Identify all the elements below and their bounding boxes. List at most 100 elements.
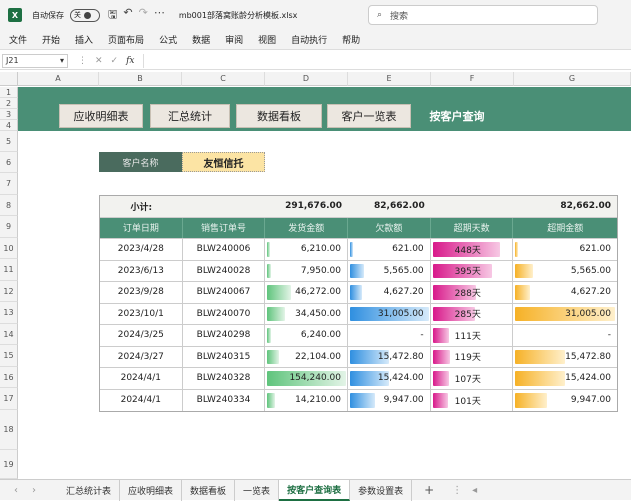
cell-date[interactable]: 2023/9/28: [100, 282, 183, 303]
cell-days[interactable]: 285天: [431, 303, 514, 324]
cell-owed[interactable]: 4,627.20: [348, 282, 431, 303]
row-header[interactable]: 8: [0, 195, 18, 216]
menu-item[interactable]: 页面布局: [108, 33, 144, 46]
save-icon[interactable]: 🖫: [108, 6, 117, 25]
menu-item[interactable]: 视图: [258, 33, 276, 46]
menu-item[interactable]: 文件: [9, 33, 27, 46]
row-header[interactable]: 14: [0, 324, 18, 345]
row-header[interactable]: 17: [0, 388, 18, 410]
receivable-detail-button[interactable]: 应收明细表: [59, 104, 143, 128]
sheet-tab[interactable]: 应收明细表: [120, 479, 183, 501]
cell-date[interactable]: 2023/10/1: [100, 303, 183, 324]
more-icon[interactable]: ⋯: [154, 6, 165, 25]
cell-date[interactable]: 2024/4/1: [100, 389, 183, 411]
function-icon[interactable]: fx: [126, 56, 134, 66]
customer-name-value[interactable]: 友恒信托: [182, 152, 265, 172]
cell-shipped[interactable]: 6,210.00: [265, 239, 348, 260]
cell-date[interactable]: 2024/3/25: [100, 325, 183, 346]
cell-owed[interactable]: 9,947.00: [348, 389, 431, 411]
column-header[interactable]: A: [18, 72, 99, 86]
cell-overdue[interactable]: 621.00: [513, 239, 617, 260]
cell-owed[interactable]: 15,424.00: [348, 368, 431, 389]
row-header[interactable]: 15: [0, 345, 18, 367]
column-header[interactable]: E: [348, 72, 431, 86]
cell-owed[interactable]: 31,005.00: [348, 303, 431, 324]
cell-owed[interactable]: -: [348, 325, 431, 346]
cell-order[interactable]: BLW240315: [183, 346, 266, 367]
menu-item[interactable]: 审阅: [225, 33, 243, 46]
cell-shipped[interactable]: 7,950.00: [265, 260, 348, 281]
search-box[interactable]: ⌕ 搜索: [368, 5, 598, 25]
row-header[interactable]: 1: [0, 87, 18, 98]
customer-list-button[interactable]: 客户一览表: [327, 104, 411, 128]
cell-days[interactable]: 107天: [431, 368, 514, 389]
row-header[interactable]: 6: [0, 152, 18, 173]
cell-shipped[interactable]: 22,104.00: [265, 346, 348, 367]
cell-days[interactable]: 111天: [431, 325, 514, 346]
cell-owed[interactable]: 621.00: [348, 239, 431, 260]
column-header[interactable]: D: [265, 72, 348, 86]
menu-item[interactable]: 插入: [75, 33, 93, 46]
cell-shipped[interactable]: 34,450.00: [265, 303, 348, 324]
cell-order[interactable]: BLW240028: [183, 260, 266, 281]
row-header[interactable]: 18: [0, 410, 18, 450]
prev-sheet-icon[interactable]: ‹: [14, 485, 18, 496]
sheet-tab[interactable]: 数据看板: [182, 479, 236, 501]
row-header[interactable]: 16: [0, 367, 18, 388]
cell-overdue[interactable]: 31,005.00: [513, 304, 617, 325]
menu-item[interactable]: 帮助: [342, 33, 360, 46]
row-header[interactable]: 5: [0, 131, 18, 152]
summary-stats-button[interactable]: 汇总统计: [150, 104, 230, 128]
cell-order[interactable]: BLW240328: [183, 368, 266, 389]
row-header[interactable]: 11: [0, 259, 18, 281]
cell-days[interactable]: 288天: [431, 282, 514, 303]
cell-overdue[interactable]: -: [513, 325, 617, 346]
formula-input[interactable]: [142, 53, 631, 68]
select-all-corner[interactable]: [0, 72, 18, 86]
column-header[interactable]: B: [99, 72, 182, 86]
row-header[interactable]: 4: [0, 120, 18, 131]
confirm-icon[interactable]: ✓: [111, 56, 119, 66]
autosave-toggle[interactable]: 关: [70, 8, 100, 22]
cell-date[interactable]: 2024/4/1: [100, 368, 183, 389]
row-header[interactable]: 19: [0, 450, 18, 479]
customer-query-button[interactable]: 按客户查询: [415, 104, 499, 128]
cell-date[interactable]: 2024/3/27: [100, 346, 183, 367]
cell-shipped[interactable]: 6,240.00: [265, 325, 348, 346]
cell-overdue[interactable]: 15,472.80: [513, 347, 617, 368]
cell-days[interactable]: 101天: [431, 389, 514, 411]
cell-order[interactable]: BLW240006: [183, 239, 266, 260]
cell-days[interactable]: 119天: [431, 346, 514, 367]
sheet-tab[interactable]: 一览表: [235, 479, 280, 501]
cell-order[interactable]: BLW240070: [183, 303, 266, 324]
cell-days[interactable]: 448天: [431, 239, 514, 260]
more-sheets-icon[interactable]: ⋮: [452, 485, 462, 496]
column-header[interactable]: G: [514, 72, 631, 86]
scroll-left-icon[interactable]: ◂: [472, 485, 477, 496]
row-header[interactable]: 10: [0, 238, 18, 259]
cell-date[interactable]: 2023/6/13: [100, 260, 183, 281]
cell-shipped[interactable]: 154,240.00: [265, 368, 348, 389]
name-box[interactable]: J21 ▾: [2, 53, 68, 68]
row-header[interactable]: 3: [0, 109, 18, 120]
cell-shipped[interactable]: 14,210.00: [265, 389, 348, 411]
cell-overdue[interactable]: 15,424.00: [513, 368, 617, 389]
cancel-icon[interactable]: ✕: [95, 56, 103, 66]
menu-item[interactable]: 开始: [42, 33, 60, 46]
menu-item[interactable]: 公式: [159, 33, 177, 46]
cell-owed[interactable]: 15,472.80: [348, 346, 431, 367]
sheet-tab[interactable]: 参数设置表: [350, 479, 413, 501]
cell-owed[interactable]: 5,565.00: [348, 260, 431, 281]
column-header[interactable]: F: [431, 72, 514, 86]
row-header[interactable]: 12: [0, 281, 18, 302]
cell-overdue[interactable]: 9,947.00: [513, 390, 617, 412]
row-header[interactable]: 2: [0, 98, 18, 109]
row-header[interactable]: 13: [0, 302, 18, 324]
cell-date[interactable]: 2023/4/28: [100, 239, 183, 260]
cell-order[interactable]: BLW240298: [183, 325, 266, 346]
sheet-tab[interactable]: 汇总统计表: [58, 479, 121, 501]
row-header[interactable]: 9: [0, 216, 18, 238]
sheet-tab[interactable]: 按客户查询表: [279, 479, 351, 501]
column-header[interactable]: C: [182, 72, 265, 86]
next-sheet-icon[interactable]: ›: [32, 485, 36, 496]
